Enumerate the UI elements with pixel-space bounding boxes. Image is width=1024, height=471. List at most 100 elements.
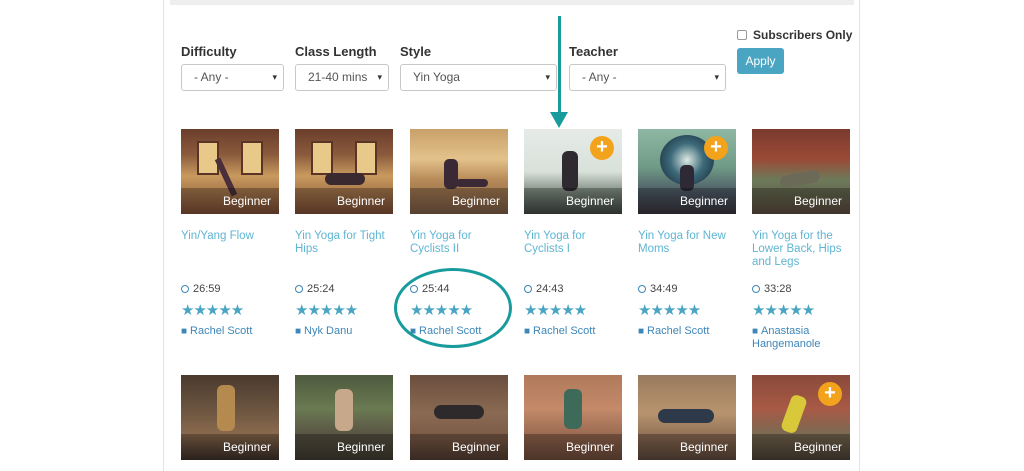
class-title[interactable]: Yin Yoga for Cyclists II (410, 230, 508, 256)
top-divider (170, 0, 854, 5)
class-thumbnail[interactable]: Beginner (524, 375, 622, 460)
apply-button[interactable]: Apply (737, 48, 784, 74)
yoga-figure (779, 393, 809, 435)
class-title[interactable]: Yin Yoga for New Moms (638, 230, 736, 256)
class-duration: 24:43 (524, 283, 564, 295)
class-thumbnail[interactable]: Beginner (752, 129, 850, 214)
yoga-figure (658, 409, 714, 423)
teacher-link[interactable]: ■ Rachel Scott (638, 325, 736, 338)
teacher-link[interactable]: ■ Rachel Scott (181, 325, 279, 338)
window-shape (241, 141, 263, 175)
clock-icon (295, 285, 303, 293)
style-select[interactable]: Yin Yoga ▾ (400, 64, 557, 91)
class-thumbnail[interactable]: Beginner (638, 375, 736, 460)
duration-text: 24:43 (536, 283, 564, 295)
level-badge: Beginner (181, 188, 279, 214)
yoga-figure (325, 173, 365, 185)
class-title[interactable]: Yin Yoga for the Lower Back, Hips and Le… (752, 230, 850, 269)
star-rating: ★★★★★ (181, 302, 244, 319)
window-shape (197, 141, 219, 175)
level-badge: Beginner (752, 434, 850, 460)
subscribers-only-label: Subscribers Only (753, 28, 853, 42)
chevron-down-icon: ▾ (714, 72, 719, 82)
teacher-name: Rachel Scott (190, 325, 253, 337)
clock-icon (524, 285, 532, 293)
star-rating: ★★★★★ (638, 302, 701, 319)
annotation-arrow-head (550, 112, 568, 128)
yoga-figure (217, 385, 235, 431)
level-badge: Beginner (752, 188, 850, 214)
yoga-figure (434, 405, 484, 419)
class-thumbnail[interactable]: + Beginner (638, 129, 736, 214)
class-thumbnail[interactable]: Beginner (410, 129, 508, 214)
teacher-name: Rachel Scott (647, 325, 710, 337)
star-rating: ★★★★★ (295, 302, 358, 319)
teacher-link[interactable]: ■ Rachel Scott (524, 325, 622, 338)
class-duration: 34:49 (638, 283, 678, 295)
clock-icon (638, 285, 646, 293)
yoga-figure (564, 389, 582, 429)
class-duration: 25:24 (295, 283, 335, 295)
add-to-playlist-icon[interactable]: + (590, 136, 614, 160)
teacher-name: Rachel Scott (533, 325, 596, 337)
class-thumbnail[interactable]: Beginner (295, 375, 393, 460)
class-length-select[interactable]: 21-40 mins ▾ (295, 64, 389, 91)
star-rating: ★★★★★ (524, 302, 587, 319)
level-badge: Beginner (295, 434, 393, 460)
star-rating: ★★★★★ (752, 302, 815, 319)
level-badge: Beginner (638, 188, 736, 214)
teacher-label: Teacher (569, 44, 618, 59)
subscribers-only-checkbox[interactable] (737, 30, 747, 40)
window-shape (355, 141, 377, 175)
level-badge: Beginner (181, 434, 279, 460)
yoga-figure (779, 169, 821, 189)
chevron-down-icon: ▾ (545, 72, 550, 82)
add-to-playlist-icon[interactable]: + (818, 382, 842, 406)
difficulty-value: - Any - (194, 70, 229, 84)
duration-text: 33:28 (764, 283, 792, 295)
window-shape (311, 141, 333, 175)
teacher-link[interactable]: ■ Anastasia Hangemanole (752, 325, 850, 351)
class-duration: 26:59 (181, 283, 221, 295)
class-duration: 33:28 (752, 283, 792, 295)
class-title[interactable]: Yin/Yang Flow (181, 230, 279, 243)
level-badge: Beginner (524, 434, 622, 460)
class-thumbnail[interactable]: + Beginner (524, 129, 622, 214)
level-badge: Beginner (410, 188, 508, 214)
level-badge: Beginner (295, 188, 393, 214)
teacher-link[interactable]: ■ Nyk Danu (295, 325, 393, 338)
teacher-select[interactable]: - Any - ▾ (569, 64, 726, 91)
yoga-figure (335, 389, 353, 431)
class-length-label: Class Length (295, 44, 377, 59)
teacher-name: Anastasia Hangemanole (752, 325, 821, 350)
class-thumbnail[interactable]: + Beginner (752, 375, 850, 460)
level-badge: Beginner (524, 188, 622, 214)
level-badge: Beginner (638, 434, 736, 460)
class-thumbnail[interactable]: Beginner (181, 375, 279, 460)
teacher-name: Nyk Danu (304, 325, 353, 337)
level-badge: Beginner (410, 434, 508, 460)
add-to-playlist-icon[interactable]: + (704, 136, 728, 160)
yoga-figure (562, 151, 578, 191)
class-thumbnail[interactable]: Beginner (410, 375, 508, 460)
class-title[interactable]: Yin Yoga for Cyclists I (524, 230, 622, 256)
person-icon: ■ (181, 326, 188, 337)
class-thumbnail[interactable]: Beginner (295, 129, 393, 214)
annotation-arrow-shaft (558, 16, 561, 114)
person-icon: ■ (752, 326, 759, 337)
difficulty-label: Difficulty (181, 44, 237, 59)
style-label: Style (400, 44, 432, 59)
class-length-value: 21-40 mins (308, 70, 368, 84)
annotation-highlight-circle (394, 268, 512, 348)
class-thumbnail[interactable]: Beginner (181, 129, 279, 214)
chevron-down-icon: ▾ (377, 72, 382, 82)
teacher-value: - Any - (582, 70, 617, 84)
class-title[interactable]: Yin Yoga for Tight Hips (295, 230, 393, 256)
duration-text: 26:59 (193, 283, 221, 295)
difficulty-select[interactable]: - Any - ▾ (181, 64, 284, 91)
clock-icon (752, 285, 760, 293)
subscribers-only-toggle[interactable]: Subscribers Only (737, 28, 852, 42)
duration-text: 25:24 (307, 283, 335, 295)
clock-icon (181, 285, 189, 293)
person-icon: ■ (638, 326, 645, 337)
